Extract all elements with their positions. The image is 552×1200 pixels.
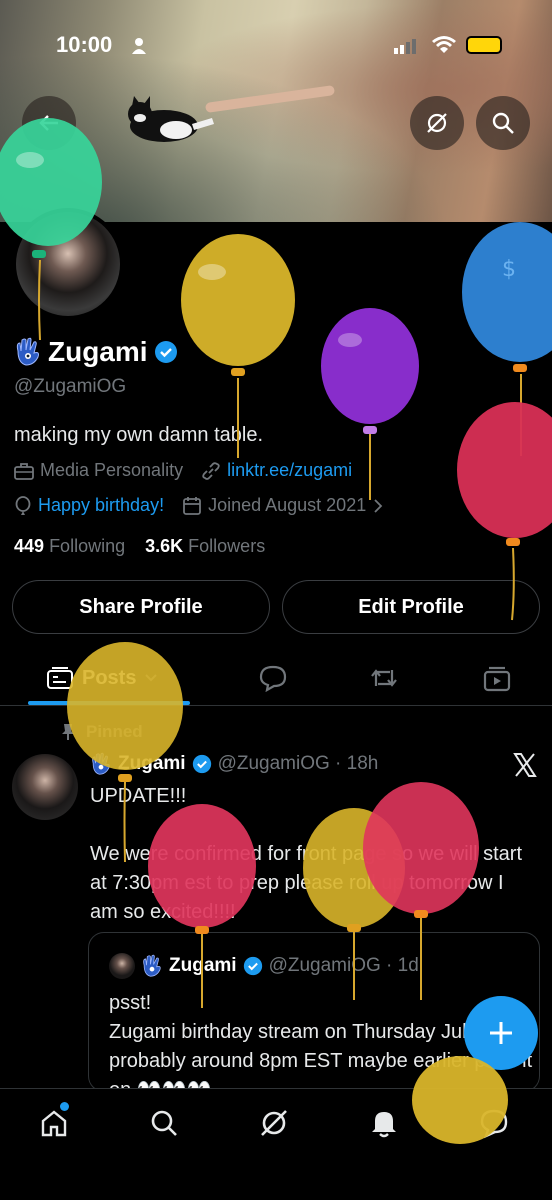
battery-icon bbox=[466, 36, 502, 54]
follow-stats: 449 Following 3.6K Followers bbox=[14, 536, 265, 557]
briefcase-icon bbox=[14, 462, 34, 480]
followers-count: 3.6K bbox=[145, 536, 184, 556]
search-icon bbox=[492, 112, 514, 134]
following-label: Following bbox=[49, 536, 126, 556]
profile-category: Media Personality bbox=[40, 460, 184, 480]
verified-badge-icon bbox=[243, 956, 262, 976]
profile-name: Zugami bbox=[48, 336, 148, 367]
reply-icon bbox=[259, 665, 287, 692]
birthday-text[interactable]: Happy birthday! bbox=[38, 495, 164, 516]
svg-text:$: $ bbox=[502, 257, 516, 282]
profile-meta-row-1: Media Personality linktr.ee/zugami bbox=[14, 460, 352, 481]
profile-link[interactable]: linktr.ee/zugami bbox=[227, 460, 352, 481]
status-bar: 10:00 bbox=[0, 0, 552, 90]
link-icon bbox=[202, 461, 220, 480]
status-time: 10:00 bbox=[56, 32, 113, 57]
notification-dot bbox=[60, 1102, 69, 1111]
verified-badge-icon bbox=[192, 754, 211, 774]
repost-icon bbox=[371, 669, 397, 687]
nav-messages[interactable] bbox=[474, 1103, 514, 1143]
profile-bio: making my own damn table. bbox=[14, 424, 264, 446]
edit-profile-button[interactable]: Edit Profile bbox=[282, 580, 540, 634]
quoted-post-header: Zugami @ZugamiOG · 1d bbox=[109, 953, 419, 979]
followers-label: Followers bbox=[188, 536, 266, 556]
profile-tabs: Posts bbox=[0, 650, 552, 706]
quoted-avatar bbox=[109, 953, 135, 979]
nav-notifications[interactable] bbox=[364, 1103, 404, 1143]
home-icon bbox=[41, 1110, 67, 1137]
media-icon bbox=[483, 666, 511, 692]
tab-posts-label: Posts bbox=[82, 666, 137, 689]
active-tab-indicator bbox=[28, 701, 190, 705]
bottom-navigation bbox=[0, 1088, 552, 1200]
pinned-indicator: Pinned bbox=[60, 722, 143, 742]
tab-replies[interactable] bbox=[258, 660, 288, 696]
quoted-meta: @ZugamiOG · 1d bbox=[268, 955, 419, 976]
nav-search[interactable] bbox=[144, 1103, 184, 1143]
plus-icon bbox=[490, 1022, 512, 1044]
tab-media[interactable] bbox=[482, 660, 512, 696]
nav-home[interactable] bbox=[34, 1102, 74, 1143]
verified-badge-icon bbox=[154, 341, 177, 363]
hamsa-icon bbox=[143, 954, 161, 977]
post-meta: @ZugamiOG · 18h bbox=[217, 753, 379, 774]
chevron-down-icon bbox=[145, 674, 158, 682]
grok-icon bbox=[261, 1110, 287, 1136]
pin-icon bbox=[62, 724, 74, 740]
nav-grok[interactable] bbox=[254, 1103, 294, 1143]
back-button[interactable] bbox=[22, 96, 76, 150]
posts-icon bbox=[47, 667, 73, 689]
back-arrow-icon bbox=[39, 115, 58, 131]
hamsa-icon bbox=[92, 752, 110, 775]
pinned-label: Pinned bbox=[86, 722, 143, 741]
tab-reposts[interactable] bbox=[368, 660, 400, 696]
share-profile-button[interactable]: Share Profile bbox=[12, 580, 270, 634]
wifi-icon bbox=[432, 36, 456, 53]
balloon-blue: $ bbox=[462, 222, 552, 456]
followers-link[interactable]: 3.6K Followers bbox=[145, 536, 265, 556]
profile-avatar[interactable] bbox=[12, 208, 124, 320]
post-header: Zugami @ZugamiOG · 18h bbox=[90, 752, 378, 776]
search-icon bbox=[151, 1110, 177, 1136]
tab-posts[interactable]: Posts bbox=[46, 660, 158, 696]
balloon-icon bbox=[15, 495, 31, 515]
person-icon bbox=[132, 38, 146, 54]
grok-button[interactable] bbox=[410, 96, 464, 150]
joined-date: Joined August 2021 bbox=[208, 495, 367, 515]
grok-icon bbox=[427, 113, 447, 133]
messages-icon bbox=[480, 1109, 508, 1139]
profile-meta-row-2: Happy birthday! Joined August 2021 bbox=[14, 495, 384, 516]
following-link[interactable]: 449 Following bbox=[14, 536, 125, 556]
x-logo-icon[interactable] bbox=[512, 752, 538, 778]
profile-name-row: Zugami bbox=[14, 336, 178, 368]
post-author[interactable]: Zugami bbox=[118, 753, 186, 775]
post-avatar[interactable] bbox=[12, 754, 78, 820]
cat-image bbox=[128, 96, 214, 142]
notifications-icon bbox=[372, 1112, 396, 1138]
profile-handle: @ZugamiOG bbox=[14, 376, 127, 397]
compose-button[interactable] bbox=[464, 996, 538, 1070]
hamsa-icon bbox=[16, 337, 39, 366]
chevron-right-icon[interactable] bbox=[372, 498, 384, 514]
quoted-author: Zugami bbox=[169, 955, 237, 976]
calendar-icon bbox=[183, 496, 201, 515]
search-button[interactable] bbox=[476, 96, 530, 150]
signal-icon bbox=[394, 39, 416, 54]
post-text: UPDATE!!! We were confirmed for front pa… bbox=[90, 785, 523, 923]
following-count: 449 bbox=[14, 536, 45, 556]
